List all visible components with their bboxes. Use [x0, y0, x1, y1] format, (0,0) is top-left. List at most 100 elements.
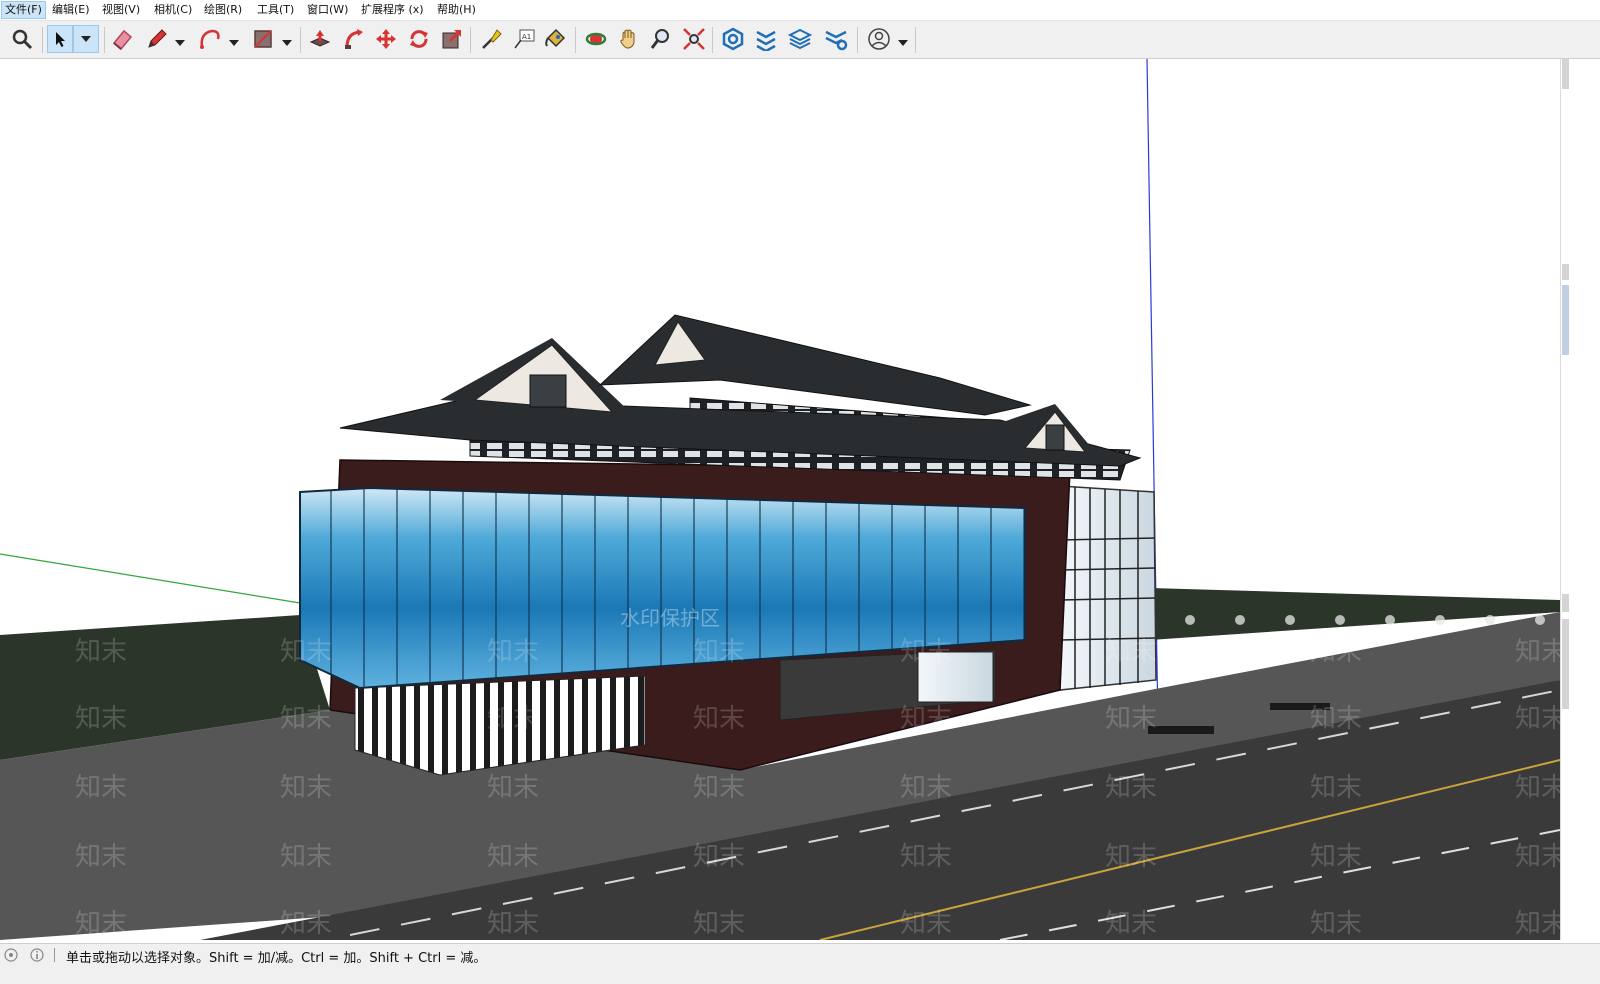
- menu-camera[interactable]: 相机(C): [151, 2, 195, 18]
- gear-stack-icon: [825, 30, 848, 51]
- line-dropdown[interactable]: [175, 33, 185, 46]
- watermark-text: 知末: [1105, 773, 1157, 803]
- warehouse-icon: [722, 27, 744, 51]
- magnifier-icon: [12, 29, 33, 50]
- watermark-text: 知末: [75, 637, 127, 667]
- scale-button[interactable]: [438, 25, 466, 53]
- watermark-text: 知末: [487, 704, 539, 734]
- watermark-text: 知末: [487, 637, 539, 667]
- select-dropdown[interactable]: [73, 25, 99, 53]
- watermark-text: 知末: [693, 773, 745, 803]
- arc-button[interactable]: [196, 25, 224, 53]
- scale-icon: [442, 29, 462, 49]
- watermark-text: 知末: [1515, 704, 1560, 734]
- chevron-down-icon: [81, 36, 91, 42]
- watermark-text: 知末: [693, 842, 745, 872]
- scene-canvas: 知末 知末 知末 知末 知末 知末 知末 知末知末 知末 知末 知末 知末 知末 知末 知末知末 知末 知末 知末…: [0, 59, 1560, 940]
- rotate-icon: [410, 30, 428, 48]
- rectangle-icon: [254, 30, 272, 48]
- panel-tab[interactable]: [1562, 619, 1569, 709]
- push-pull-button[interactable]: [306, 25, 334, 53]
- zoom-window-button[interactable]: [8, 25, 36, 53]
- rotate-button[interactable]: [405, 25, 433, 53]
- toolbar-separator: [470, 27, 471, 53]
- eraser-button[interactable]: [108, 25, 136, 53]
- account-button[interactable]: [865, 25, 893, 53]
- right-gable-window: [1045, 424, 1065, 451]
- watermark-text: 知末: [1310, 637, 1362, 667]
- follow-me-button[interactable]: [340, 25, 368, 53]
- watermark-text: 知末: [75, 704, 127, 734]
- toolbar-separator: [104, 27, 105, 53]
- arc-dropdown[interactable]: [229, 33, 239, 46]
- watermark-text: 知末: [1310, 909, 1362, 939]
- move-arrows-icon: [376, 29, 396, 49]
- text-button[interactable]: A1: [510, 25, 538, 53]
- toolbar-separator: [575, 27, 576, 53]
- follow-me-icon: [345, 29, 363, 49]
- menu-edit[interactable]: 编辑(E): [49, 2, 93, 18]
- watermark-text: 知末: [900, 773, 952, 803]
- toolbar-separator: [300, 27, 301, 53]
- watermark-text: 知末: [1310, 842, 1362, 872]
- line-button[interactable]: [143, 25, 171, 53]
- select-button[interactable]: [47, 25, 73, 53]
- pan-button[interactable]: [615, 25, 643, 53]
- watermark-text: 知末: [693, 909, 745, 939]
- watermark-text: 知末: [1515, 637, 1560, 667]
- chevron-down-icon: [282, 40, 292, 46]
- model-viewport[interactable]: 知末 知末 知末 知末 知末 知末 知末 知末 知末 知末 知末 知末 知末 知末 知末 知末 知末 知末 知末 知末…: [0, 59, 1560, 940]
- panel-tab[interactable]: [1562, 264, 1569, 280]
- eraser-icon: [112, 29, 133, 51]
- side-panel-edge[interactable]: [1560, 59, 1600, 940]
- zoom-button[interactable]: [647, 25, 675, 53]
- extension-warehouse-button[interactable]: [752, 25, 780, 53]
- arc-icon: [200, 29, 220, 49]
- 3d-warehouse-button[interactable]: [719, 25, 747, 53]
- toolbar-separator: [915, 27, 916, 53]
- menu-draw[interactable]: 绘图(R): [201, 2, 245, 18]
- watermark-text: 知末: [1105, 704, 1157, 734]
- orbit-button[interactable]: [582, 25, 610, 53]
- zoom-icon: [650, 29, 669, 49]
- menu-file[interactable]: 文件(F): [1, 1, 46, 19]
- orbit-icon: [585, 32, 607, 46]
- move-button[interactable]: [372, 25, 400, 53]
- watermark-text: 知末: [1310, 704, 1362, 734]
- menu-tools[interactable]: 工具(T): [254, 2, 297, 18]
- tape-measure-button[interactable]: [477, 25, 505, 53]
- panel-tab[interactable]: [1562, 59, 1569, 89]
- watermark-text: 知末: [75, 909, 127, 939]
- watermark-text: 知末: [280, 909, 332, 939]
- menu-window[interactable]: 窗口(W): [304, 2, 351, 18]
- left-gable-window: [529, 374, 567, 408]
- main-toolbar: A1: [0, 21, 1600, 59]
- rectangle-dropdown[interactable]: [282, 33, 292, 46]
- watermark-text: 知末: [900, 704, 952, 734]
- watermark-text: 知末: [900, 909, 952, 939]
- status-message: 单击或拖动以选择对象。Shift = 加/减。Ctrl = 加。Shift + …: [66, 951, 487, 966]
- watermark-text: 知末: [693, 704, 745, 734]
- rectangle-button[interactable]: [249, 25, 277, 53]
- geo-location-icon[interactable]: [4, 948, 18, 962]
- toolbar-separator: [712, 27, 713, 53]
- extension-manager-button[interactable]: [822, 25, 850, 53]
- account-dropdown[interactable]: [898, 33, 908, 46]
- menu-help[interactable]: 帮助(H): [434, 2, 479, 18]
- menu-extensions[interactable]: 扩展程序 (x): [358, 2, 427, 18]
- extension-icon: [756, 30, 776, 51]
- layout-button[interactable]: [786, 25, 814, 53]
- menu-view[interactable]: 视图(V): [99, 2, 143, 18]
- panel-tab[interactable]: [1562, 285, 1569, 355]
- status-separator: [54, 948, 55, 962]
- panel-tab[interactable]: [1562, 594, 1569, 612]
- watermark-text: 知末: [1515, 842, 1560, 872]
- zoom-extents-button[interactable]: [680, 25, 708, 53]
- menu-bar: 文件(F) 编辑(E) 视图(V) 相机(C) 绘图(R) 工具(T) 窗口(W…: [0, 0, 1600, 21]
- green-axis: [0, 553, 301, 604]
- street-lamp: [1148, 726, 1214, 734]
- info-icon[interactable]: [30, 948, 44, 962]
- chevron-down-icon: [229, 40, 239, 46]
- main-upper-roof: [598, 314, 1032, 416]
- paint-bucket-button[interactable]: [541, 25, 569, 53]
